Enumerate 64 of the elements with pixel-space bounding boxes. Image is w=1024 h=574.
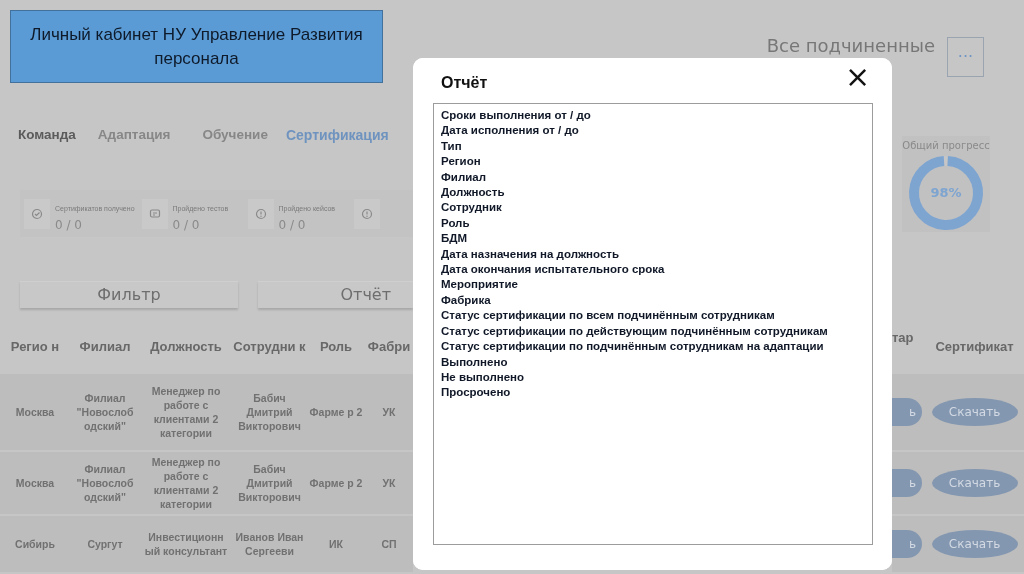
page-title: Личный кабинет НУ Управление Развития персонала	[10, 10, 383, 83]
download-button[interactable]: ь	[892, 398, 922, 426]
download-button[interactable]: Скачать	[931, 398, 1018, 426]
table-cell: Бабич Дмитрий Викторович	[232, 452, 307, 514]
table-cell: Бабич Дмитрий Викторович	[232, 374, 307, 450]
table-cell: Москва	[0, 374, 70, 450]
table-cell: ИК	[307, 516, 365, 572]
tab[interactable]: Адаптация	[97, 121, 171, 150]
progress-value: 98%	[929, 184, 963, 202]
report-field: Просрочено	[441, 385, 865, 401]
table-cell: Инвестиционн ый консультант	[140, 516, 232, 572]
report-field: Сроки выполнения от / до	[441, 108, 865, 124]
table-cell: УК	[365, 452, 413, 514]
column-header: Фабри	[366, 338, 412, 357]
table-cell: Иванов Иван Сергееви	[232, 516, 307, 572]
table-cell: Фарме р 2	[307, 374, 365, 450]
table-cell: Филиал "Новослоб одский"	[70, 452, 140, 514]
report-field: Дата окончания испытательного срока	[441, 262, 865, 278]
report-field: БДМ	[441, 231, 865, 247]
report-field: Мероприятие	[441, 277, 865, 293]
table-cell: Сибирь	[0, 516, 70, 572]
column-header: Должность	[149, 338, 223, 357]
report-field: Филиал	[441, 169, 865, 186]
column-header: Сертификат	[934, 338, 1015, 357]
table-cell: Филиал "Новослоб одский"	[70, 374, 140, 450]
download-button[interactable]: ь	[892, 530, 922, 558]
report-field: Регион	[441, 154, 865, 170]
report-field: Должность	[441, 185, 865, 201]
report-field: Выполнено	[441, 354, 865, 370]
report-field: Статус сертификации по всем подчинённым сотрудникам	[441, 308, 865, 324]
table-cell: Сургут	[70, 516, 140, 572]
column-header: Регио н	[9, 338, 61, 357]
report-button[interactable]: Отчёт	[258, 281, 413, 308]
report-field: Статус сертификации по действующим подчинённым сотрудникам	[441, 323, 865, 340]
tab[interactable]: Сертификация	[285, 121, 389, 150]
report-field: Дата исполнения от / до	[441, 123, 865, 139]
report-field: Сотрудник	[441, 200, 865, 216]
stat-value: 0 / 0	[55, 218, 83, 233]
table-cell: Фарме р 2	[307, 452, 365, 514]
column-header: Роль	[318, 338, 354, 357]
table-cell: УК	[365, 374, 413, 450]
table-cell: Москва	[0, 452, 70, 514]
report-field: Тип	[441, 138, 865, 155]
report-field: Статус сертификации по подчинённым сотрудникам на адаптации	[441, 339, 865, 355]
dialog-title: Отчёт	[441, 73, 488, 93]
tab[interactable]: Обучение	[202, 121, 268, 150]
column-header: тар	[892, 329, 915, 347]
report-field: Роль	[441, 215, 865, 232]
column-header: Сотрудни к	[232, 338, 307, 357]
download-button[interactable]: Скачать	[931, 530, 1018, 558]
table-cell: Менеджер по работе с клиентами 2 категории	[140, 452, 232, 514]
download-button[interactable]: Скачать	[931, 469, 1018, 497]
report-field: Фабрика	[441, 292, 865, 309]
tab[interactable]: Команда	[18, 121, 76, 150]
report-field: Дата назначения на должность	[441, 246, 865, 263]
filter-button[interactable]: Фильтр	[20, 281, 238, 308]
table-cell: СП	[365, 516, 413, 572]
report-field: Не выполнено	[441, 369, 865, 386]
scope-label: Все подчиненные	[766, 34, 935, 58]
column-header: Филиал	[78, 338, 132, 357]
table-cell: Менеджер по работе с клиентами 2 категории	[140, 374, 232, 450]
download-button[interactable]: ь	[892, 469, 922, 497]
menu-button[interactable]: ···	[947, 37, 984, 77]
close-button[interactable]: ×	[845, 62, 871, 92]
